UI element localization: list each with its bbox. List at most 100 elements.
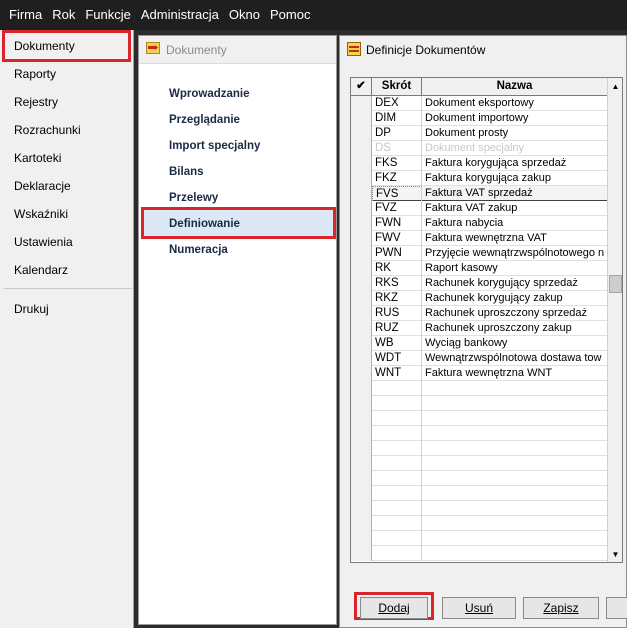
table-row[interactable]: RKZ Rachunek korygujący zakup — [351, 291, 607, 306]
table-row[interactable]: FWV Faktura wewnętrzna VAT — [351, 231, 607, 246]
row-selector[interactable] — [351, 126, 372, 141]
row-selector[interactable] — [351, 366, 372, 381]
table-row[interactable]: RUS Rachunek uproszczony sprzedaż — [351, 306, 607, 321]
cell-skrot[interactable]: FVS — [372, 186, 422, 201]
table-row[interactable]: FKZ Faktura korygująca zakup — [351, 171, 607, 186]
cell-skrot[interactable]: PWN — [372, 246, 422, 261]
empty-row[interactable] — [351, 426, 607, 441]
empty-row[interactable] — [351, 396, 607, 411]
cell-nazwa[interactable] — [422, 441, 607, 456]
cell-nazwa[interactable]: Wewnątrzwspólnotowa dostawa tow — [422, 351, 607, 366]
cell-skrot[interactable]: WNT — [372, 366, 422, 381]
menu-pomoc[interactable]: Pomoc — [265, 0, 315, 30]
cell-skrot[interactable]: RK — [372, 261, 422, 276]
cell-skrot[interactable]: FWN — [372, 216, 422, 231]
nav-item-kartoteki[interactable]: Kartoteki — [14, 150, 61, 166]
cell-nazwa[interactable] — [422, 471, 607, 486]
cell-nazwa[interactable]: Faktura wewnętrzna WNT — [422, 366, 607, 381]
row-selector[interactable] — [351, 531, 372, 546]
cell-skrot[interactable] — [372, 501, 422, 516]
cell-skrot[interactable]: DS — [372, 141, 422, 156]
row-selector[interactable] — [351, 321, 372, 336]
row-selector[interactable] — [351, 546, 372, 561]
nav-item-ustawienia[interactable]: Ustawienia — [14, 234, 73, 250]
cell-skrot[interactable]: WB — [372, 336, 422, 351]
table-row[interactable]: WB Wyciąg bankowy — [351, 336, 607, 351]
nav-item-kalendarz[interactable]: Kalendarz — [14, 262, 68, 278]
cell-nazwa[interactable]: Wyciąg bankowy — [422, 336, 607, 351]
menu-rok[interactable]: Rok — [47, 0, 80, 30]
nav-item-rejestry[interactable]: Rejestry — [14, 94, 58, 110]
row-selector[interactable] — [351, 216, 372, 231]
cell-skrot[interactable] — [372, 531, 422, 546]
row-selector[interactable] — [351, 501, 372, 516]
cell-nazwa[interactable]: Rachunek uproszczony sprzedaż — [422, 306, 607, 321]
scroll-thumb[interactable] — [609, 275, 622, 293]
cell-nazwa[interactable]: Faktura wewnętrzna VAT — [422, 231, 607, 246]
column-header-check[interactable]: ✔ — [351, 78, 372, 96]
menu-administracja[interactable]: Administracja — [136, 0, 224, 30]
row-selector[interactable] — [351, 426, 372, 441]
row-selector[interactable] — [351, 396, 372, 411]
table-row[interactable]: DS Dokument specjalny — [351, 141, 607, 156]
row-selector[interactable] — [351, 171, 372, 186]
row-selector[interactable] — [351, 351, 372, 366]
table-row[interactable]: RUZ Rachunek uproszczony zakup — [351, 321, 607, 336]
row-selector[interactable] — [351, 486, 372, 501]
empty-row[interactable] — [351, 486, 607, 501]
cell-nazwa[interactable]: Dokument eksportowy — [422, 96, 607, 111]
cell-nazwa[interactable] — [422, 486, 607, 501]
cell-skrot[interactable] — [372, 471, 422, 486]
scroll-down-icon[interactable]: ▼ — [608, 546, 622, 562]
cell-nazwa[interactable]: Przyjęcie wewnątrzwspólnotowego n — [422, 246, 607, 261]
row-selector[interactable] — [351, 186, 372, 201]
table-row[interactable]: PWN Przyjęcie wewnątrzwspólnotowego n — [351, 246, 607, 261]
nav-item-drukuj[interactable]: Drukuj — [14, 301, 49, 317]
cell-nazwa[interactable]: Faktura nabycia — [422, 216, 607, 231]
cell-nazwa[interactable]: Dokument specjalny — [422, 141, 607, 156]
cell-nazwa[interactable] — [422, 546, 607, 561]
cell-nazwa[interactable]: Dokument prosty — [422, 126, 607, 141]
empty-row[interactable] — [351, 456, 607, 471]
cell-nazwa[interactable]: Rachunek korygujący zakup — [422, 291, 607, 306]
column-header-skrot[interactable]: Skrót — [372, 78, 422, 96]
cell-nazwa[interactable]: Raport kasowy — [422, 261, 607, 276]
row-selector[interactable] — [351, 306, 372, 321]
cell-nazwa[interactable]: Faktura korygująca zakup — [422, 171, 607, 186]
table-row[interactable]: DEX Dokument eksportowy — [351, 96, 607, 111]
empty-row[interactable] — [351, 516, 607, 531]
table-row[interactable]: RK Raport kasowy — [351, 261, 607, 276]
cell-skrot[interactable] — [372, 441, 422, 456]
cell-nazwa[interactable]: Faktura korygująca sprzedaż — [422, 156, 607, 171]
row-selector[interactable] — [351, 276, 372, 291]
cell-nazwa[interactable] — [422, 411, 607, 426]
row-selector[interactable] — [351, 156, 372, 171]
row-selector[interactable] — [351, 261, 372, 276]
subpanel-item-bilans[interactable]: Bilans — [169, 164, 204, 180]
table-row[interactable]: FKS Faktura korygująca sprzedaż — [351, 156, 607, 171]
nav-item-rozrachunki[interactable]: Rozrachunki — [14, 122, 81, 138]
cell-nazwa[interactable]: Dokument importowy — [422, 111, 607, 126]
cell-skrot[interactable]: DEX — [372, 96, 422, 111]
cell-skrot[interactable] — [372, 426, 422, 441]
cell-skrot[interactable]: WDT — [372, 351, 422, 366]
scroll-up-icon[interactable]: ▲ — [608, 78, 622, 94]
nav-item-raporty[interactable]: Raporty — [14, 66, 56, 82]
cell-skrot[interactable] — [372, 396, 422, 411]
cell-nazwa[interactable] — [422, 531, 607, 546]
cell-nazwa[interactable]: Rachunek uproszczony zakup — [422, 321, 607, 336]
subpanel-item-definiowanie[interactable]: Definiowanie — [169, 216, 240, 232]
empty-row[interactable] — [351, 546, 607, 561]
row-selector[interactable] — [351, 201, 372, 216]
row-selector[interactable] — [351, 516, 372, 531]
cell-skrot[interactable]: RKS — [372, 276, 422, 291]
menu-funkcje[interactable]: Funkcje — [80, 0, 136, 30]
cell-nazwa[interactable] — [422, 516, 607, 531]
cell-nazwa[interactable] — [422, 456, 607, 471]
empty-row[interactable] — [351, 441, 607, 456]
cell-skrot[interactable]: RKZ — [372, 291, 422, 306]
cell-skrot[interactable]: FWV — [372, 231, 422, 246]
table-row[interactable]: FVZ Faktura VAT zakup — [351, 201, 607, 216]
cell-skrot[interactable] — [372, 411, 422, 426]
cell-skrot[interactable]: FKS — [372, 156, 422, 171]
